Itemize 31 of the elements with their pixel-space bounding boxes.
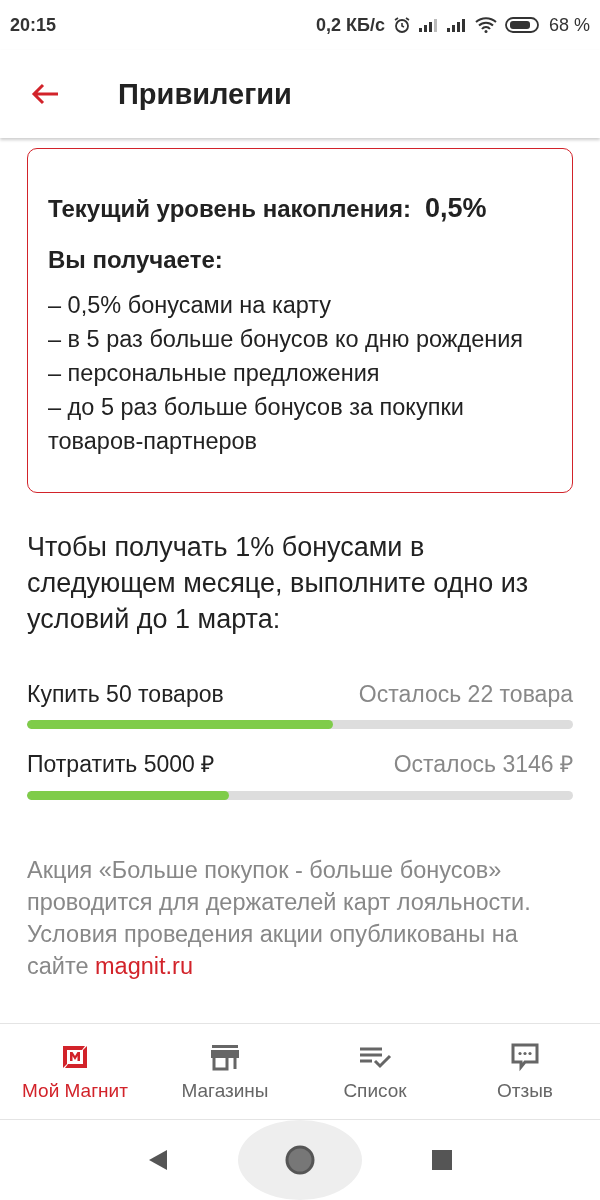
nav-tab[interactable]: Список <box>300 1024 450 1119</box>
benefit-item: – в 5 раз больше бонусов ко дню рождения <box>48 325 525 354</box>
condition-remaining: Осталось 3146 ₽ <box>393 750 573 779</box>
disclaimer-text: Акция «Больше покупок - больше бонусов» проводится для держателей карт лояльности. Условия проведения акции опубликованы на сайте magnit.ru <box>27 856 532 981</box>
benefit-item: – 0,5% бонусами на карту <box>48 291 333 320</box>
nav-tab[interactable]: Отзыв <box>450 1024 600 1119</box>
status-time: 20:15 <box>10 14 57 36</box>
benefits-title: Вы получаете: <box>48 246 224 274</box>
condition-name: Потратить 5000 ₽ <box>27 750 215 779</box>
signal-icon <box>418 18 439 32</box>
alarm-icon <box>392 16 411 34</box>
benefit-item: – персональные предложения <box>48 359 381 388</box>
battery-icon <box>504 17 541 33</box>
page-title: Привилегии <box>118 77 292 111</box>
level-label: Текущий уровень накопления: <box>48 195 411 223</box>
benefit-item: – до 5 раз больше бонусов за покупки товаров-партнеров <box>48 393 465 456</box>
level-value: 0,5% <box>424 193 487 224</box>
network-speed: 0,2 КБ/с <box>316 14 385 36</box>
back-nav-icon[interactable] <box>148 1149 168 1171</box>
nav-tab[interactable]: Мой Магнит <box>0 1024 150 1119</box>
intro-text: Чтобы получать 1% бонусами в следующем месяце, выполните одно из условий до 1 марта: <box>27 531 530 636</box>
condition-name: Купить 50 товаров <box>27 681 224 708</box>
chat-icon <box>510 1041 540 1072</box>
wifi-icon <box>474 17 497 33</box>
battery-percent: 68 % <box>548 14 590 36</box>
condition-remaining: Осталось 22 товара <box>358 681 573 708</box>
nav-tab[interactable]: Магазины <box>150 1024 300 1119</box>
signal-icon <box>446 18 467 32</box>
back-button[interactable] <box>30 82 60 106</box>
home-icon[interactable] <box>284 1144 316 1176</box>
site-link[interactable]: magnit.ru <box>95 953 193 979</box>
